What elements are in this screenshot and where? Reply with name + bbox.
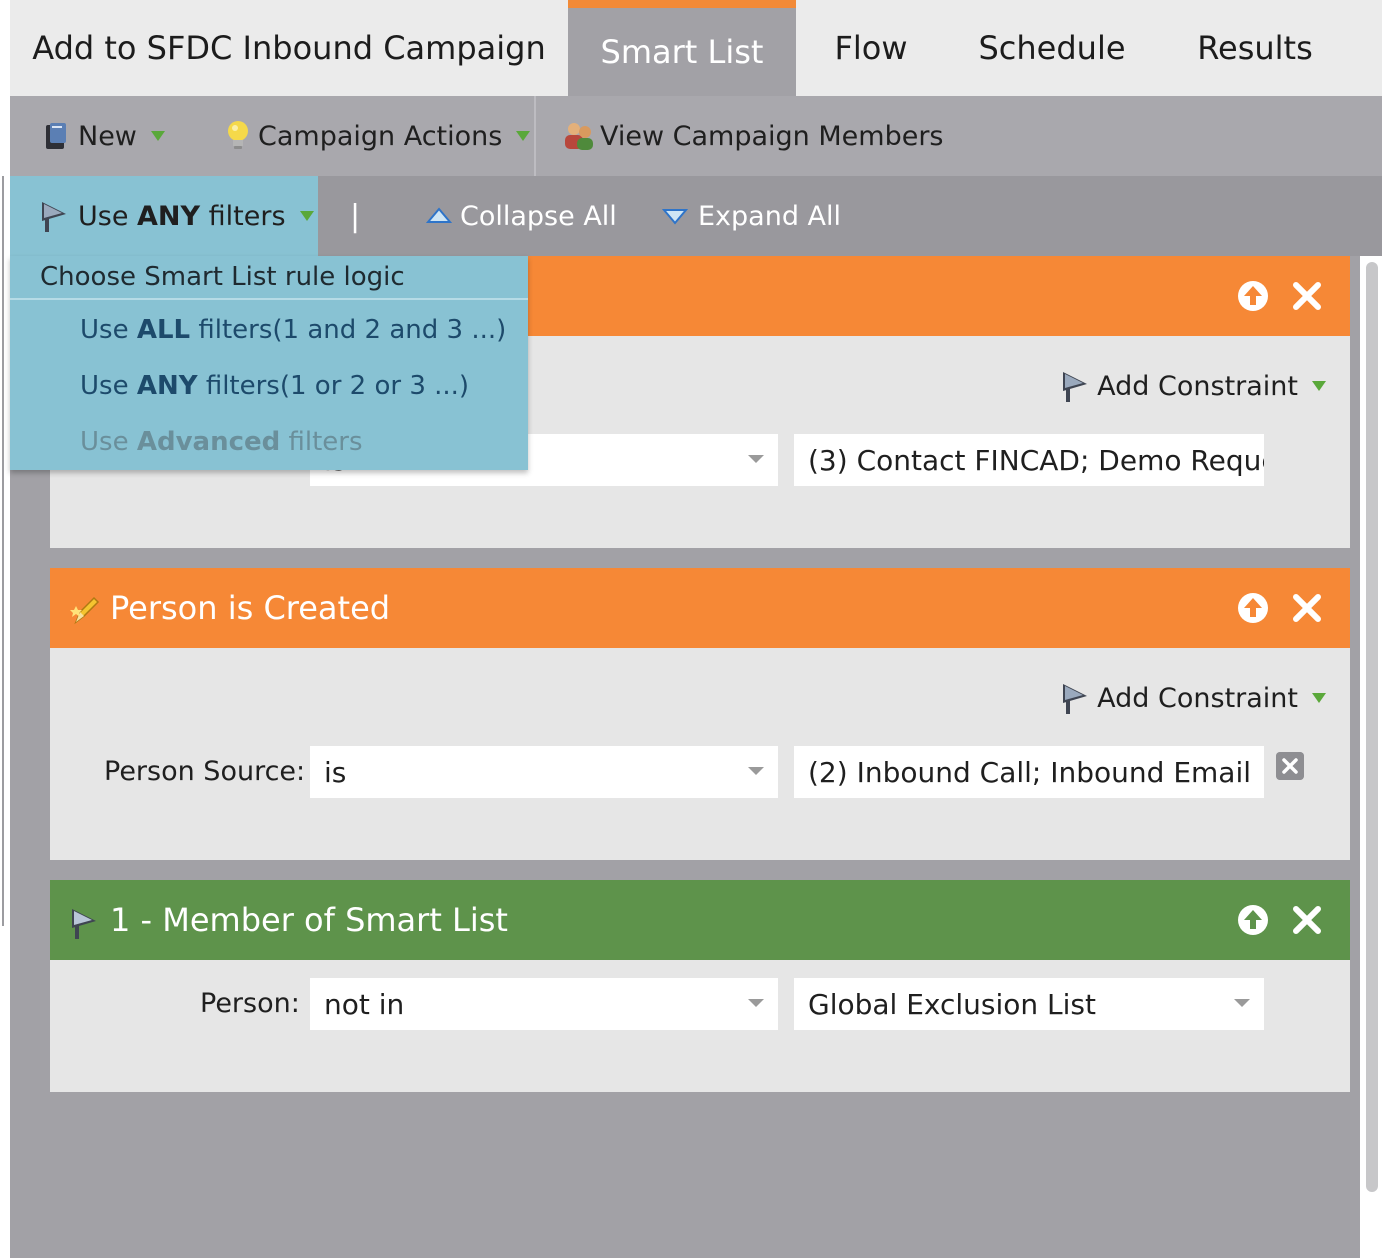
filter-3-body: Person: not in Global Exclusion List — [50, 960, 1350, 1092]
operator-select[interactable]: is — [310, 746, 778, 798]
people-icon — [565, 123, 593, 150]
triangle-up-icon — [426, 207, 452, 223]
remove-box-icon[interactable] — [1276, 752, 1304, 780]
tab-campaign-name[interactable]: Add to SFDC Inbound Campaign — [10, 0, 568, 96]
collapse-all-label: Collapse All — [460, 200, 617, 232]
add-constraint-label: Add Constraint — [1097, 370, 1298, 402]
tab-results[interactable]: Results — [1158, 0, 1352, 96]
filter-2-title: Person is Created — [110, 589, 391, 627]
rule-logic-mode: ANY — [137, 200, 201, 232]
option-suffix: filters — [280, 427, 363, 457]
smart-list-filter-bar: Use ANY filters | Collapse All Expand Al… — [10, 176, 1382, 256]
add-constraint-button[interactable]: Add Constraint — [1061, 678, 1326, 718]
campaign-actions-label: Campaign Actions — [258, 120, 503, 152]
filter-3-header: 1 - Member of Smart List — [50, 880, 1350, 960]
campaign-app: Add to SFDC Inbound Campaign Smart List … — [10, 0, 1382, 1258]
select-caret-icon — [748, 767, 764, 775]
expand-all-button[interactable]: Expand All — [662, 176, 841, 256]
new-menu-button[interactable]: New — [44, 96, 165, 176]
tab-schedule[interactable]: Schedule — [946, 0, 1158, 96]
value-select[interactable]: (3) Contact FINCAD; Demo Request; — [794, 434, 1264, 486]
operator-value: not in — [324, 987, 405, 1021]
option-bold: Advanced — [136, 427, 281, 457]
option-suffix: filters(1 or 2 or 3 ...) — [197, 371, 470, 401]
filter-3-title: 1 - Member of Smart List — [110, 901, 508, 939]
collapse-all-button[interactable]: Collapse All — [426, 176, 617, 256]
option-prefix: Use — [80, 315, 137, 345]
scrollbar-thumb[interactable] — [1366, 262, 1378, 1192]
chevron-down-icon — [516, 131, 531, 141]
view-campaign-members-label: View Campaign Members — [600, 120, 944, 152]
pencil-star-icon — [70, 596, 100, 625]
view-campaign-members-button[interactable]: View Campaign Members — [562, 96, 944, 176]
chevron-down-icon — [150, 131, 165, 141]
select-caret-icon — [748, 999, 764, 1007]
person-label: Person: — [200, 988, 300, 1019]
person-source-label: Person Source: — [104, 756, 306, 787]
move-up-icon[interactable] — [1236, 591, 1270, 625]
funnel-icon — [1063, 372, 1088, 402]
funnel-icon — [1063, 684, 1088, 714]
chevron-down-icon — [1312, 693, 1326, 703]
operator-value: is — [324, 755, 347, 789]
option-bold: ALL — [136, 315, 191, 345]
expand-all-label: Expand All — [698, 200, 842, 232]
lightbulb-icon — [228, 121, 248, 149]
filter-2-header: Person is Created — [50, 568, 1350, 648]
funnel-icon — [72, 909, 96, 939]
value-text: Global Exclusion List — [808, 987, 1096, 1021]
add-constraint-button[interactable]: Add Constraint — [1061, 366, 1326, 406]
option-suffix: filters(1 and 2 and 3 ...) — [190, 315, 507, 345]
option-prefix: Use — [80, 371, 137, 401]
close-icon[interactable] — [1290, 279, 1324, 313]
tab-smart-list[interactable]: Smart List — [568, 0, 796, 96]
use-advanced-filters-option[interactable]: Use Advanced filters — [80, 414, 363, 470]
value-text: (2) Inbound Call; Inbound Email — [808, 755, 1251, 789]
new-document-icon — [46, 123, 66, 149]
filter-2-body: Add Constraint Person Source: is (2) Inb… — [50, 648, 1350, 860]
campaign-toolbar: New Campaign Actions View Campaign Membe… — [10, 96, 1382, 176]
rule-logic-prefix: Use — [78, 200, 138, 232]
move-up-icon[interactable] — [1236, 903, 1270, 937]
value-text: (3) Contact FINCAD; Demo Request; — [808, 443, 1264, 477]
tab-bar: Add to SFDC Inbound Campaign Smart List … — [10, 0, 1382, 96]
new-label: New — [78, 120, 137, 152]
option-prefix: Use — [80, 427, 137, 457]
value-select[interactable]: (2) Inbound Call; Inbound Email — [794, 746, 1264, 798]
smart-list-select[interactable]: Global Exclusion List — [794, 978, 1264, 1030]
funnel-icon — [42, 202, 66, 232]
rule-logic-menu: Choose Smart List rule logic Use ALL fil… — [10, 256, 528, 470]
left-edge-line — [2, 176, 4, 926]
move-up-icon[interactable] — [1236, 279, 1270, 313]
triangle-down-icon — [662, 209, 688, 225]
campaign-actions-button[interactable]: Campaign Actions — [226, 96, 531, 176]
rule-logic-suffix: filters — [200, 200, 286, 232]
use-any-filters-option[interactable]: Use ANY filters(1 or 2 or 3 ...) — [80, 358, 469, 414]
rule-logic-button[interactable]: Use ANY filters — [10, 176, 318, 256]
chevron-down-icon — [1312, 381, 1326, 391]
operator-select[interactable]: not in — [310, 978, 778, 1030]
toolbar-divider — [534, 96, 536, 176]
filterbar-divider: | — [350, 198, 361, 234]
close-icon[interactable] — [1290, 591, 1324, 625]
rule-logic-menu-header: Choose Smart List rule logic — [10, 256, 528, 300]
close-icon[interactable] — [1290, 903, 1324, 937]
add-constraint-label: Add Constraint — [1097, 682, 1298, 714]
tab-flow[interactable]: Flow — [796, 0, 946, 96]
option-bold: ANY — [136, 371, 198, 401]
select-caret-icon — [748, 455, 764, 463]
use-all-filters-option[interactable]: Use ALL filters(1 and 2 and 3 ...) — [80, 302, 506, 358]
chevron-down-icon — [299, 211, 314, 221]
select-caret-icon — [1234, 999, 1250, 1007]
